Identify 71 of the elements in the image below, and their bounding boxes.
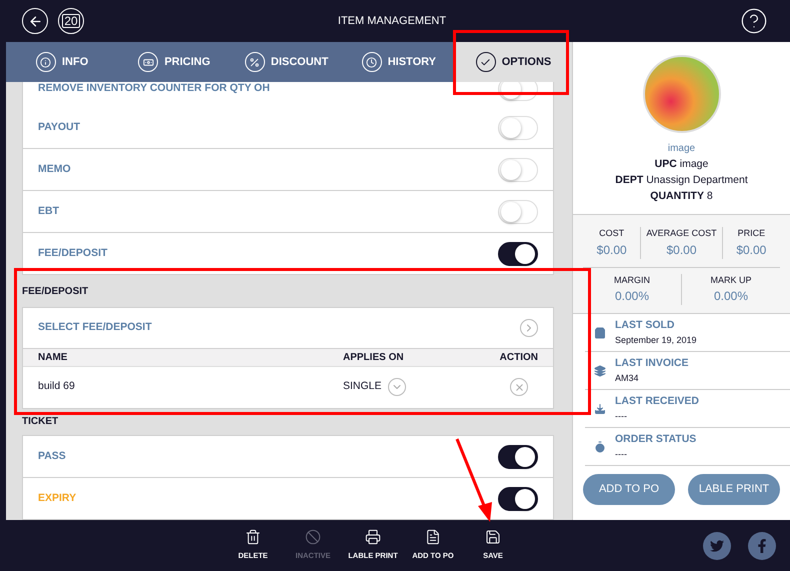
timer-icon — [594, 440, 606, 452]
item-detail: DEPT Unassign Department — [615, 173, 748, 188]
item-detail: QUANTITY 8 — [650, 189, 713, 204]
toggle-switch[interactable] — [498, 444, 538, 468]
stat-value: $0.00 — [666, 242, 697, 258]
option-label: EBT — [38, 204, 59, 219]
option-label: PAYOUT — [38, 120, 80, 135]
toggle-switch[interactable] — [498, 242, 538, 266]
bag-icon — [594, 326, 606, 338]
tab-icon — [36, 52, 56, 72]
section-heading: FEE/DEPOSIT — [22, 285, 90, 300]
tab[interactable]: OPTIONS — [455, 42, 572, 82]
chevron-down-icon[interactable] — [388, 378, 406, 396]
action-button[interactable]: LABLE PRINT — [688, 474, 780, 505]
toggle-switch[interactable] — [498, 486, 538, 510]
select-fee-link[interactable]: SELECT FEE/DEPOSIT — [38, 320, 152, 336]
option-label: FEE/DEPOSIT — [38, 246, 108, 261]
stat-label: AVERAGE COST — [646, 227, 717, 240]
stat-label: PRICE — [738, 227, 766, 240]
bird-icon — [710, 538, 724, 552]
stat-value: 0.00% — [714, 288, 748, 305]
history-label: LAST SOLD — [615, 318, 676, 333]
action-button[interactable]: ADD TO PO — [583, 474, 675, 505]
history-value: ---- — [615, 448, 628, 461]
history-label: LAST INVOICE — [615, 356, 689, 371]
tab-icon — [476, 52, 496, 72]
table-cell-text: SINGLE — [343, 379, 382, 394]
option-label: EXPIRY — [38, 490, 76, 506]
twitter-button[interactable] — [703, 532, 731, 560]
tab[interactable]: HISTORY — [342, 42, 455, 82]
tab[interactable]: PRICING — [118, 42, 230, 82]
column-header: NAME — [38, 350, 68, 365]
tab[interactable]: INFO — [6, 42, 118, 82]
stat-value: $0.00 — [596, 242, 627, 258]
tab[interactable]: DISCOUNT — [230, 42, 343, 82]
option-label: MEMO — [38, 162, 71, 177]
option-label: PASS — [38, 448, 66, 464]
help-icon — [740, 7, 768, 35]
item-detail: UPC image — [654, 157, 708, 172]
trash-icon — [245, 529, 261, 546]
download-icon — [594, 402, 606, 414]
window-title: ITEM MANAGEMENT — [338, 14, 446, 29]
tab-icon — [138, 52, 158, 72]
ban-icon — [305, 529, 321, 546]
history-value: September 19, 2019 — [615, 334, 697, 347]
tab-icon — [362, 52, 382, 72]
section-heading: TICKET — [22, 415, 60, 430]
image-link[interactable]: image — [668, 141, 696, 156]
history-value: AM34 — [615, 372, 640, 385]
facebook-button[interactable] — [748, 532, 776, 560]
history-value: ---- — [615, 410, 628, 423]
table-cell-text: build 69 — [38, 379, 76, 394]
back-button[interactable] — [22, 8, 48, 34]
history-label: LAST RECEIVED — [615, 394, 700, 409]
tab-icon — [244, 52, 265, 72]
stat-value: 0.00% — [614, 288, 650, 305]
document-icon — [425, 529, 441, 546]
stat-label: MARGIN — [614, 274, 650, 286]
remove-icon[interactable] — [510, 378, 528, 396]
history-label: ORDER STATUS — [615, 432, 696, 447]
chevron-right-icon — [520, 318, 538, 337]
stat-value: $0.00 — [736, 242, 766, 258]
stack-icon — [594, 364, 606, 376]
printer-icon — [365, 529, 381, 546]
stat-label: MARK UP — [710, 274, 752, 286]
column-header: APPLIES ON — [343, 350, 405, 365]
column-header: ACTION — [498, 350, 538, 365]
option-label: REMOVE INVENTORY COUNTER FOR QTY OH — [38, 82, 270, 96]
help-button[interactable] — [740, 7, 768, 35]
calendar-button[interactable]: 20 — [58, 8, 84, 34]
stat-label: COST — [599, 227, 624, 240]
